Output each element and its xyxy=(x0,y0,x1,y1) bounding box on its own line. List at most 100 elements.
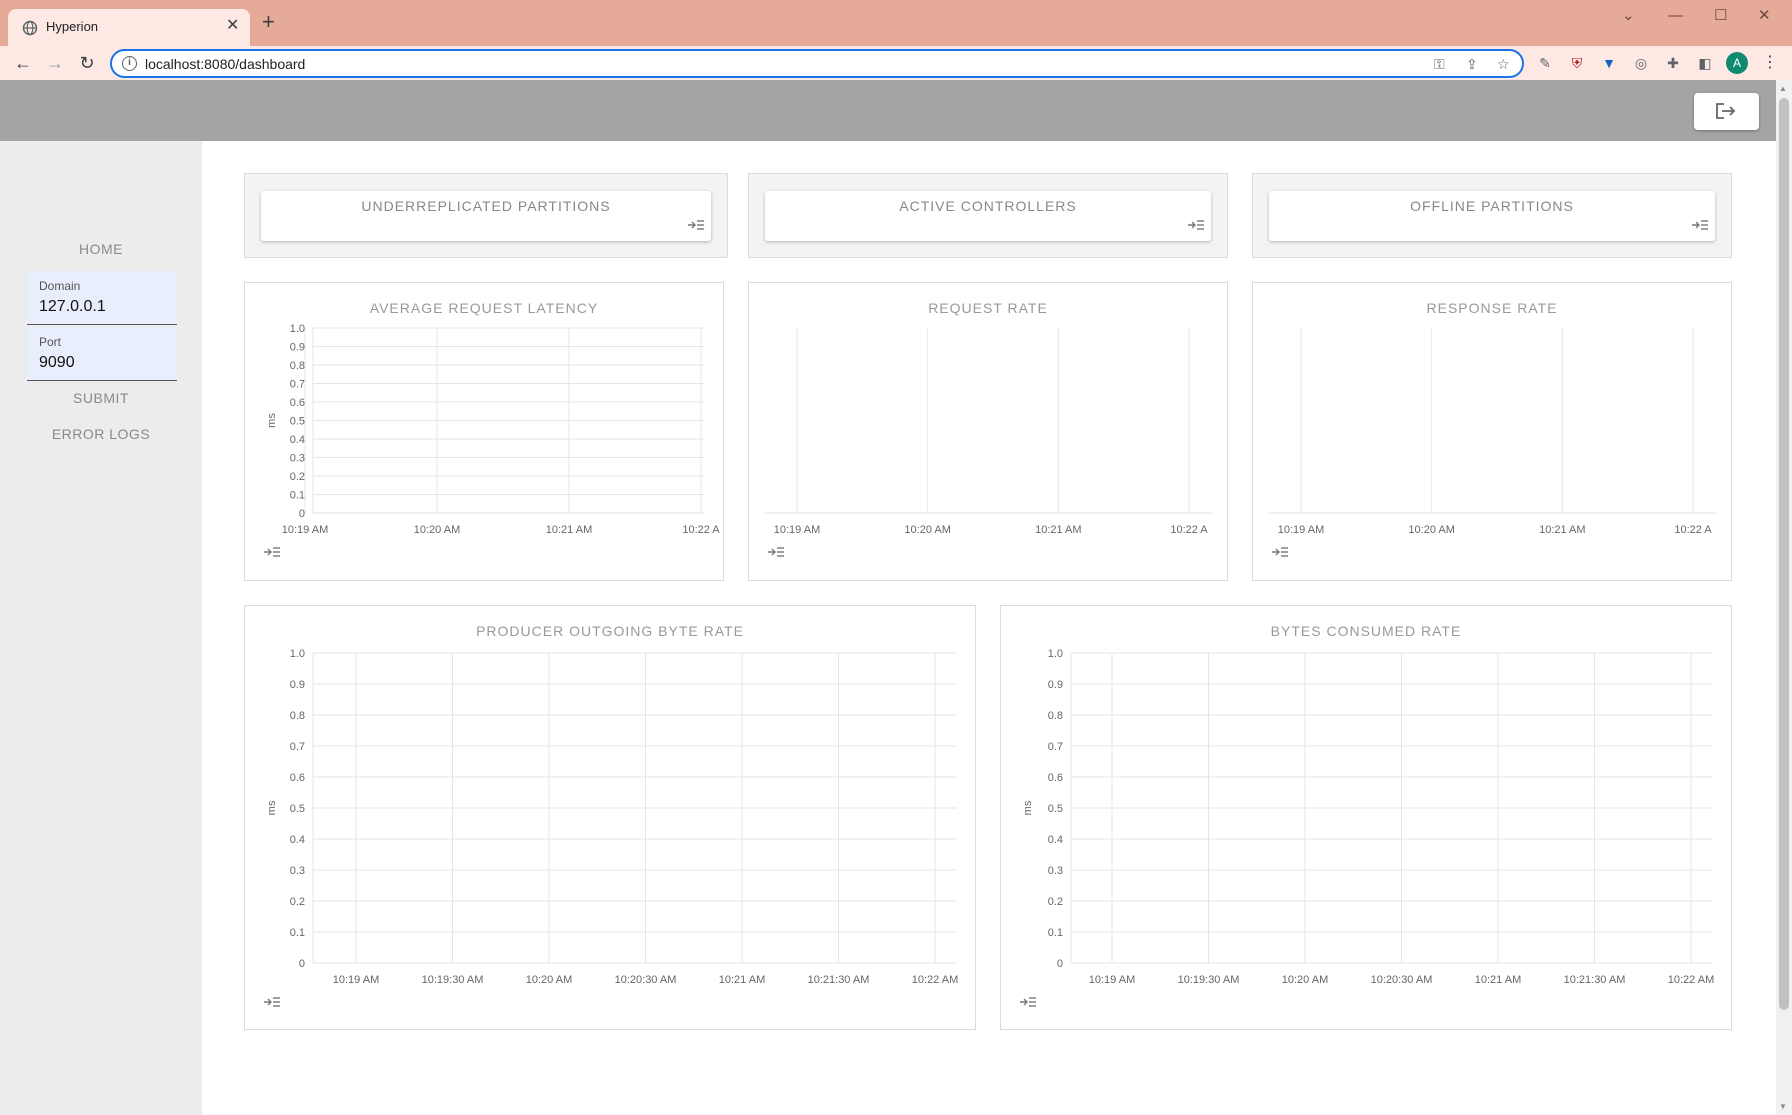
expand-icon[interactable] xyxy=(687,219,705,231)
profile-avatar[interactable]: A xyxy=(1726,52,1748,74)
y-tick-label: 0.7 xyxy=(1048,741,1063,753)
site-info-icon[interactable]: i xyxy=(122,56,137,71)
x-tick-label: 10:21 AM xyxy=(719,974,765,986)
y-tick-label: 0.3 xyxy=(1048,865,1063,877)
x-tick-label: 10:19 AM xyxy=(1278,524,1324,536)
y-tick-label: 0.5 xyxy=(1048,803,1063,815)
tab-title: Hyperion xyxy=(46,19,99,34)
x-tick-label: 10:20:30 AM xyxy=(1371,974,1433,986)
x-tick-label: 10:21:30 AM xyxy=(1564,974,1626,986)
expand-icon[interactable] xyxy=(1271,546,1289,558)
y-axis-label: ms xyxy=(1022,800,1034,815)
y-tick-label: 0.1 xyxy=(290,490,305,502)
x-tick-label: 10:22 A xyxy=(682,524,720,536)
puzzle-extensions-icon[interactable]: ✚ xyxy=(1664,54,1682,72)
tab-close-icon[interactable]: ✕ xyxy=(226,17,239,35)
ublock-extension-icon[interactable]: ⛨ xyxy=(1568,54,1586,72)
port-label: Port xyxy=(39,335,62,349)
expand-icon[interactable] xyxy=(1187,219,1205,231)
card-title: ACTIVE CONTROLLERS xyxy=(899,198,1077,214)
y-tick-label: 0.3 xyxy=(290,865,305,877)
tab-search-icon[interactable]: ⌄ xyxy=(1622,6,1635,26)
offline-partitions-card: OFFLINE PARTITIONS xyxy=(1252,173,1732,258)
y-tick-label: 0.1 xyxy=(290,927,305,939)
page-scrollbar[interactable]: ▲ ▼ xyxy=(1776,80,1792,1115)
y-tick-label: 0.5 xyxy=(290,803,305,815)
x-tick-label: 10:20 AM xyxy=(1408,524,1454,536)
y-tick-label: 0.3 xyxy=(290,453,305,465)
browser-menu-icon[interactable]: ⋮ xyxy=(1762,52,1778,74)
y-tick-label: 1.0 xyxy=(290,323,305,335)
active-controllers-card: ACTIVE CONTROLLERS xyxy=(748,173,1228,258)
y-tick-label: 0.9 xyxy=(290,679,305,691)
x-tick-label: 10:22 AM xyxy=(912,974,958,986)
side-panel-icon[interactable]: ◧ xyxy=(1696,54,1714,72)
submit-button[interactable]: SUBMIT xyxy=(0,390,202,406)
x-tick-label: 10:22 A xyxy=(1170,524,1208,536)
expand-icon[interactable] xyxy=(1019,996,1037,1008)
x-tick-label: 10:19 AM xyxy=(333,974,379,986)
expand-icon[interactable] xyxy=(263,996,281,1008)
y-tick-label: 0.7 xyxy=(290,379,305,391)
forward-icon[interactable]: → xyxy=(43,51,67,75)
sidebar: HOME Domain Port SUBMIT ERROR LOGS xyxy=(0,141,202,1115)
chart-plot: 0 0.1 0.2 0.3 0.4 0.5 0.6 0.7 0.8 0.9 1.0 10:19 AM 1… xyxy=(266,323,720,536)
x-tick-label: 10:19:30 AM xyxy=(422,974,484,986)
bytes-consumed-rate-chart: BYTES CONSUMED RATE 0 0.1 0.2 0.3 0.4 0.5 0.6 0… xyxy=(1000,605,1732,1030)
port-field[interactable]: Port xyxy=(27,327,177,381)
browser-tab[interactable]: Hyperion ✕ xyxy=(8,9,250,46)
key-icon[interactable]: ⚿ xyxy=(1434,56,1445,73)
sidebar-item-home[interactable]: HOME xyxy=(0,241,202,257)
x-tick-label: 10:21:30 AM xyxy=(808,974,870,986)
y-tick-label: 0.6 xyxy=(290,397,305,409)
response-rate-chart: RESPONSE RATE 10:19 AM 10:20 AM 10:21 AM 10… xyxy=(1252,282,1732,581)
window-close-icon[interactable]: ✕ xyxy=(1758,6,1771,26)
x-tick-label: 10:22 A xyxy=(1674,524,1712,536)
x-tick-label: 10:21 AM xyxy=(1035,524,1081,536)
y-tick-label: 0.8 xyxy=(1048,710,1063,722)
address-bar[interactable]: i localhost:8080/dashboard ⚿ ⇪ ☆ xyxy=(110,49,1524,78)
expand-icon[interactable] xyxy=(767,546,785,558)
back-icon[interactable]: ← xyxy=(11,51,35,75)
y-tick-label: 0.2 xyxy=(1048,896,1063,908)
underreplicated-partitions-card: UNDERREPLICATED PARTITIONS xyxy=(244,173,728,258)
domain-field[interactable]: Domain xyxy=(27,271,177,325)
reload-icon[interactable]: ↻ xyxy=(75,51,99,75)
logout-button[interactable] xyxy=(1694,93,1759,130)
expand-icon[interactable] xyxy=(1691,219,1709,231)
y-tick-label: 0.9 xyxy=(1048,679,1063,691)
address-url[interactable]: localhost:8080/dashboard xyxy=(145,56,305,72)
browser-toolbar: ← → ↻ i localhost:8080/dashboard ⚿ ⇪ ☆ ✎… xyxy=(0,46,1792,80)
port-input[interactable] xyxy=(39,354,169,372)
new-tab-icon[interactable]: + xyxy=(262,11,275,33)
sidebar-item-error-logs[interactable]: ERROR LOGS xyxy=(0,426,202,442)
expand-icon[interactable] xyxy=(263,546,281,558)
scroll-up-icon[interactable]: ▲ xyxy=(1779,84,1787,93)
globe-icon xyxy=(22,20,38,36)
y-tick-label: 0.6 xyxy=(1048,772,1063,784)
x-tick-label: 10:19 AM xyxy=(1089,974,1135,986)
y-tick-label: 0.2 xyxy=(290,471,305,483)
chart-plot: 10:19 AM 10:20 AM 10:21 AM 10:22 A xyxy=(1269,328,1717,536)
vue-extension-icon[interactable]: ▼ xyxy=(1600,54,1618,72)
maximize-icon[interactable]: ☐ xyxy=(1714,6,1727,26)
minimize-icon[interactable]: — xyxy=(1668,6,1683,26)
circle-extension-icon[interactable]: ◎ xyxy=(1632,54,1650,72)
y-tick-label: 0.9 xyxy=(290,342,305,354)
chart-plot: 0 0.1 0.2 0.3 0.4 0.5 0.6 0.7 0.8 0.9 1.0 10:19 AM 1… xyxy=(266,648,958,986)
scroll-down-icon[interactable]: ▼ xyxy=(1779,1102,1787,1111)
logout-icon xyxy=(1716,103,1736,119)
y-tick-label: 0.2 xyxy=(290,896,305,908)
domain-input[interactable] xyxy=(39,298,169,316)
x-tick-label: 10:21 AM xyxy=(1539,524,1585,536)
y-tick-label: 0.8 xyxy=(290,710,305,722)
x-tick-label: 10:21 AM xyxy=(546,524,592,536)
bookmark-star-icon[interactable]: ☆ xyxy=(1497,56,1510,73)
x-tick-label: 10:19 AM xyxy=(774,524,820,536)
x-tick-label: 10:22 AM xyxy=(1668,974,1714,986)
eyedropper-extension-icon[interactable]: ✎ xyxy=(1536,54,1554,72)
x-tick-label: 10:20 AM xyxy=(904,524,950,536)
domain-label: Domain xyxy=(39,279,81,293)
scroll-thumb[interactable] xyxy=(1779,98,1789,1010)
share-icon[interactable]: ⇪ xyxy=(1466,56,1478,73)
